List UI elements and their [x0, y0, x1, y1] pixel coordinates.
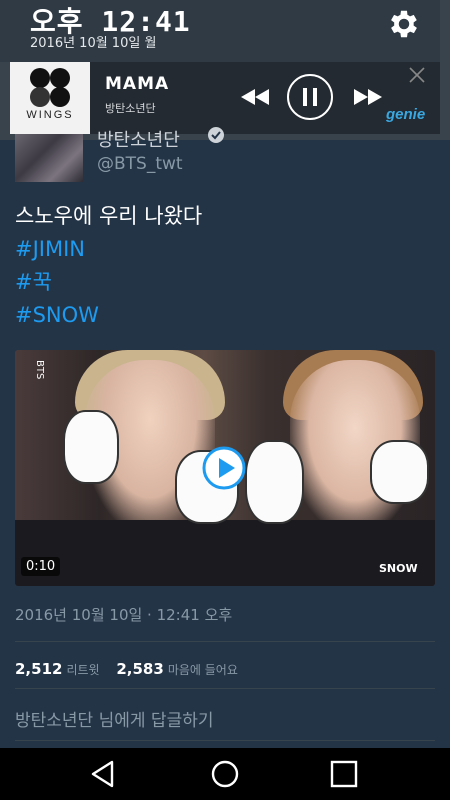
recents-icon[interactable]: [328, 758, 360, 790]
album-label: WINGS: [26, 109, 74, 121]
hashtag-snow[interactable]: #SNOW: [15, 299, 202, 332]
back-icon[interactable]: [88, 758, 120, 790]
app-brand: genie: [386, 106, 426, 123]
song-title: MAMA: [105, 74, 170, 94]
navigation-bar: [0, 748, 450, 800]
retweet-label[interactable]: 리트윗: [66, 663, 99, 677]
notification-shade: 오후 12:41 2016년 10월 10일 월 WINGS MAMA 방탄소년…: [0, 0, 450, 140]
tweet-stats: 2,512 리트윗 2,583 마음에 들어요: [15, 660, 250, 678]
status-header: 오후 12:41 2016년 10월 10일 월: [0, 0, 440, 62]
divider: [15, 641, 435, 642]
close-icon[interactable]: [408, 66, 426, 84]
video-player[interactable]: BTS 0:10 SNOW: [15, 350, 435, 586]
pause-icon[interactable]: [284, 72, 336, 122]
video-watermark: BTS: [34, 360, 45, 380]
verified-badge-icon: [208, 127, 224, 143]
cartoon-sticker: [245, 440, 304, 524]
divider: [15, 688, 435, 689]
tweet-body: 스노우에 우리 나왔다: [15, 204, 203, 228]
cartoon-sticker: [370, 440, 429, 504]
cartoon-sticker: [63, 410, 119, 484]
tweet-text: 스노우에 우리 나왔다 #JIMIN #꾹 #SNOW: [15, 200, 202, 332]
hashtag-jimin[interactable]: #JIMIN: [15, 233, 202, 266]
fast-forward-icon[interactable]: [348, 72, 388, 122]
play-icon[interactable]: [202, 446, 246, 490]
like-count[interactable]: 2,583: [116, 660, 163, 678]
song-artist: 방탄소년단: [105, 102, 156, 115]
reply-input[interactable]: 방탄소년단 님에게 답글하기: [15, 706, 214, 731]
hashtag-kkuk[interactable]: #꾹: [15, 266, 202, 299]
like-label[interactable]: 마음에 들어요: [168, 663, 238, 677]
video-duration: 0:10: [21, 557, 61, 576]
gear-icon[interactable]: [386, 6, 422, 42]
home-icon[interactable]: [209, 758, 241, 790]
retweet-count[interactable]: 2,512: [15, 660, 62, 678]
author-handle[interactable]: @BTS_twt: [97, 154, 183, 174]
tweet-timestamp: 2016년 10월 10일 · 12:41 오후: [15, 606, 233, 624]
date-label: 2016년 10월 10일 월: [30, 36, 157, 51]
music-notification[interactable]: WINGS MAMA 방탄소년단 genie: [10, 62, 440, 134]
rewind-icon[interactable]: [235, 72, 275, 122]
album-art: WINGS: [10, 62, 90, 134]
avatar[interactable]: [15, 134, 83, 182]
divider: [15, 740, 435, 741]
snow-watermark: SNOW: [379, 562, 418, 575]
author-name[interactable]: 방탄소년단: [97, 126, 180, 152]
